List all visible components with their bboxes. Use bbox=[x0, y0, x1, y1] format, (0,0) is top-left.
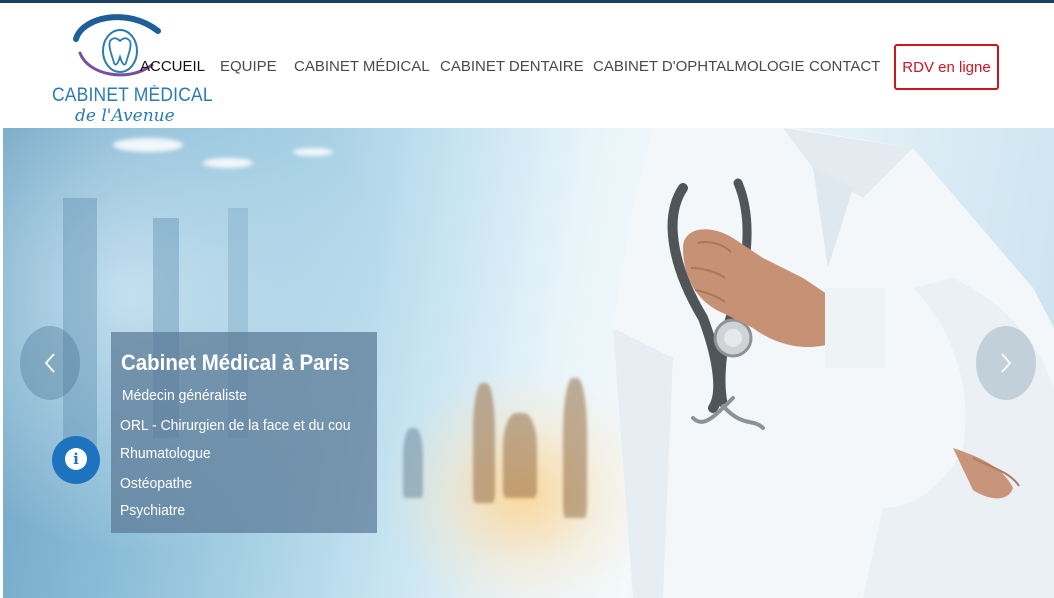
ceiling-light bbox=[113, 138, 183, 152]
hero-caption-title: Cabinet Médical à Paris bbox=[121, 350, 350, 375]
specialty-item: Ostéopathe bbox=[120, 475, 193, 492]
info-icon: i bbox=[65, 448, 87, 470]
specialty-item: Médecin généraliste bbox=[122, 387, 247, 404]
site-header: CABINET MÉDICAL de l'Avenue ACCUEIL EQUI… bbox=[0, 3, 1054, 128]
specialty-item: ORL - Chirurgien de la face et du cou bbox=[120, 417, 351, 434]
specialty-item: Rhumatologue bbox=[120, 445, 211, 462]
nav-item-cabinet-medical[interactable]: CABINET MÉDICAL bbox=[294, 58, 430, 75]
hallway-pillar bbox=[63, 198, 97, 448]
background-person bbox=[563, 378, 587, 518]
info-button[interactable]: i bbox=[52, 436, 100, 484]
background-person bbox=[503, 413, 537, 498]
nav-item-contact[interactable]: CONTACT bbox=[809, 58, 880, 75]
hero-caption-box: Cabinet Médical à Paris Médecin générali… bbox=[111, 332, 377, 533]
ceiling-light bbox=[293, 148, 333, 156]
nav-item-cabinet-ophtalmologie[interactable]: CABINET D'OPHTALMOLOGIE bbox=[593, 58, 805, 75]
slider-next-button[interactable] bbox=[976, 326, 1036, 400]
nav-item-cabinet-dentaire[interactable]: CABINET DENTAIRE bbox=[440, 58, 584, 75]
rdv-en-ligne-button[interactable]: RDV en ligne bbox=[894, 44, 999, 90]
ceiling-light bbox=[203, 158, 253, 168]
chevron-left-icon bbox=[44, 353, 55, 373]
chevron-right-icon bbox=[1001, 353, 1012, 373]
slider-prev-button[interactable] bbox=[20, 326, 80, 400]
background-person bbox=[473, 383, 495, 503]
logo-title: CABINET MÉDICAL bbox=[52, 85, 213, 106]
background-person bbox=[403, 428, 423, 498]
nav-item-accueil[interactable]: ACCUEIL bbox=[140, 58, 205, 75]
hero-slider: Cabinet Médical à Paris Médecin générali… bbox=[3, 128, 1054, 598]
specialty-item: Psychiatre bbox=[120, 502, 186, 519]
nav-item-equipe[interactable]: EQUIPE bbox=[220, 58, 277, 75]
logo-subtitle: de l'Avenue bbox=[75, 106, 175, 126]
tooth-logo-icon bbox=[73, 14, 161, 77]
